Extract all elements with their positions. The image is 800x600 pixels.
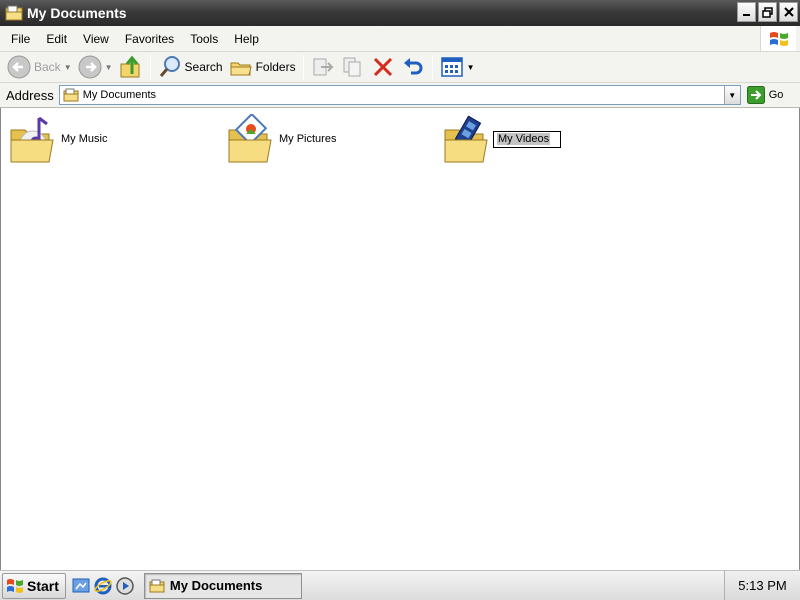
show-desktop-icon[interactable] xyxy=(72,577,90,595)
videos-folder-icon xyxy=(444,115,488,163)
folders-button[interactable]: Folders xyxy=(226,53,299,81)
back-button[interactable]: Back ▼ xyxy=(4,53,75,81)
search-label: Search xyxy=(184,60,223,74)
menu-edit[interactable]: Edit xyxy=(38,26,75,52)
windows-flag-icon xyxy=(769,31,788,46)
folders-label: Folders xyxy=(255,60,296,74)
rename-input-text: My Videos xyxy=(497,133,551,145)
toolbar-separator xyxy=(431,55,433,79)
quick-launch xyxy=(72,576,134,595)
music-folder-icon xyxy=(10,116,54,163)
menu-bar: File Edit View Favorites Tools Help xyxy=(0,26,800,52)
up-button[interactable] xyxy=(116,53,146,81)
start-label: Start xyxy=(27,577,59,594)
search-icon xyxy=(159,56,180,77)
folder-my-pictures[interactable]: My Pictures xyxy=(227,114,336,164)
internet-explorer-icon[interactable] xyxy=(94,577,112,595)
restore-button[interactable] xyxy=(758,2,777,22)
views-icon xyxy=(440,57,463,77)
window-title: My Documents xyxy=(27,5,127,21)
taskbar: Start My Documents 5:13 PM xyxy=(0,570,800,600)
forward-button[interactable]: ▼ xyxy=(75,53,116,81)
pictures-folder-icon xyxy=(228,114,272,163)
chevron-down-icon: ▼ xyxy=(728,90,737,100)
copy-to-button[interactable] xyxy=(338,53,368,81)
views-button[interactable]: ▼ xyxy=(437,53,478,81)
folder-my-music[interactable]: My Music xyxy=(9,114,107,164)
go-arrow-icon xyxy=(746,86,765,104)
back-label: Back xyxy=(34,60,61,74)
toolbar-separator xyxy=(302,55,304,79)
clock[interactable]: 5:13 PM xyxy=(738,578,786,593)
rename-input[interactable]: My Videos xyxy=(493,130,561,148)
undo-button[interactable] xyxy=(398,53,428,81)
folder-icon xyxy=(149,579,165,592)
folder-label: My Pictures xyxy=(279,133,337,145)
folder-label: My Music xyxy=(61,133,108,145)
address-dropdown-button[interactable]: ▼ xyxy=(723,86,740,104)
move-to-icon xyxy=(313,58,333,76)
restore-icon xyxy=(762,6,773,18)
close-icon xyxy=(783,7,794,17)
menu-tools[interactable]: Tools xyxy=(182,26,226,52)
copy-to-icon xyxy=(343,57,361,77)
media-player-icon[interactable] xyxy=(116,576,134,595)
up-folder-icon xyxy=(120,55,140,78)
address-value: My Documents xyxy=(82,89,157,101)
toolbar: Back ▼ ▼ Search Folders ▼ xyxy=(0,52,800,83)
menu-help[interactable]: Help xyxy=(226,26,267,52)
folders-icon xyxy=(230,62,252,76)
forward-dropdown-icon[interactable]: ▼ xyxy=(105,63,113,72)
minimize-icon xyxy=(742,14,750,16)
address-bar: Address My Documents ▼ Go xyxy=(0,83,800,108)
menu-favorites[interactable]: Favorites xyxy=(117,26,182,52)
search-button[interactable]: Search xyxy=(155,53,226,81)
menu-view[interactable]: View xyxy=(75,26,117,52)
views-dropdown-icon[interactable]: ▼ xyxy=(467,63,475,72)
toolbar-separator xyxy=(149,55,151,79)
close-button[interactable] xyxy=(779,2,798,22)
system-tray: 5:13 PM xyxy=(724,571,800,600)
folder-my-videos[interactable]: My Videos xyxy=(443,114,561,164)
go-button[interactable]: Go xyxy=(746,86,784,104)
undo-icon xyxy=(403,58,423,75)
windows-logo xyxy=(760,26,796,51)
back-dropdown-icon[interactable]: ▼ xyxy=(64,63,72,72)
forward-arrow-icon xyxy=(78,55,102,79)
start-button[interactable]: Start xyxy=(2,572,66,599)
back-arrow-icon xyxy=(7,55,31,79)
folder-icon xyxy=(5,5,23,21)
windows-flag-icon xyxy=(7,578,23,593)
delete-button[interactable] xyxy=(368,53,398,81)
address-label: Address xyxy=(6,87,54,103)
taskbar-button-label: My Documents xyxy=(169,578,263,593)
delete-icon xyxy=(373,57,392,77)
my-documents-icon xyxy=(63,88,79,102)
menu-file[interactable]: File xyxy=(3,26,38,52)
file-list-pane[interactable]: My Music My Pictures My Videos xyxy=(0,108,800,570)
minimize-button[interactable] xyxy=(737,2,756,22)
move-to-button[interactable] xyxy=(308,53,338,81)
go-label: Go xyxy=(768,89,784,101)
title-bar[interactable]: My Documents xyxy=(0,0,800,26)
address-field[interactable]: My Documents ▼ xyxy=(58,85,741,105)
taskbar-button-my-documents[interactable]: My Documents xyxy=(143,572,302,599)
